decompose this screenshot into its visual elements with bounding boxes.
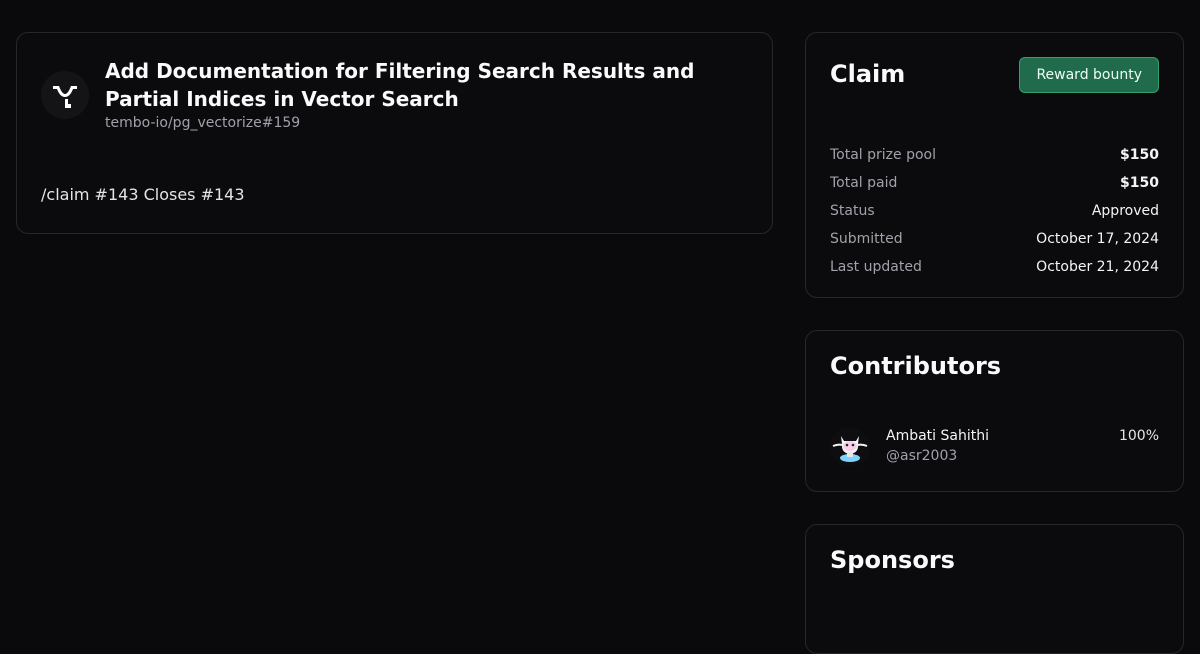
- detail-label: Submitted: [830, 231, 903, 247]
- detail-row-last-updated: Last updated October 21, 2024: [830, 253, 1159, 281]
- contributor-share: 100%: [1118, 428, 1159, 444]
- detail-value: $150: [1120, 147, 1159, 163]
- detail-label: Status: [830, 203, 875, 219]
- issue-title[interactable]: Add Documentation for Filtering Search R…: [105, 57, 745, 113]
- octocat-avatar-icon: [832, 436, 868, 462]
- contributor-row[interactable]: Ambati Sahithi @asr2003 100%: [830, 427, 1159, 471]
- sponsors-title: Sponsors: [830, 546, 955, 574]
- claim-details: Total prize pool $150 Total paid $150 St…: [830, 141, 1159, 281]
- avatar[interactable]: [830, 427, 870, 467]
- detail-label: Total prize pool: [830, 147, 936, 163]
- issue-repo-link[interactable]: tembo-io/pg_vectorize#159: [105, 115, 300, 131]
- detail-label: Last updated: [830, 259, 922, 275]
- detail-value: October 17, 2024: [1036, 231, 1159, 247]
- detail-value: October 21, 2024: [1036, 259, 1159, 275]
- contributor-name[interactable]: Ambati Sahithi: [886, 428, 989, 444]
- detail-row-prize-pool: Total prize pool $150: [830, 141, 1159, 169]
- org-logo[interactable]: [41, 71, 89, 119]
- detail-row-total-paid: Total paid $150: [830, 169, 1159, 197]
- tembo-logo-icon: [53, 86, 77, 108]
- contributor-handle[interactable]: @asr2003: [886, 448, 957, 464]
- contributors-card: Contributors Ambati Sahithi @asr2003 100…: [805, 330, 1184, 492]
- detail-value: $150: [1120, 175, 1159, 191]
- sponsors-card: Sponsors: [805, 524, 1184, 654]
- claim-title: Claim: [830, 60, 906, 88]
- detail-row-status: Status Approved: [830, 197, 1159, 225]
- reward-bounty-button[interactable]: Reward bounty: [1019, 57, 1159, 93]
- issue-body: /claim #143 Closes #143: [41, 185, 245, 204]
- detail-label: Total paid: [830, 175, 898, 191]
- detail-row-submitted: Submitted October 17, 2024: [830, 225, 1159, 253]
- issue-card: Add Documentation for Filtering Search R…: [16, 32, 773, 234]
- status-value: Approved: [1091, 203, 1159, 219]
- claim-card: Claim Reward bounty Total prize pool $15…: [805, 32, 1184, 298]
- contributors-title: Contributors: [830, 352, 1002, 380]
